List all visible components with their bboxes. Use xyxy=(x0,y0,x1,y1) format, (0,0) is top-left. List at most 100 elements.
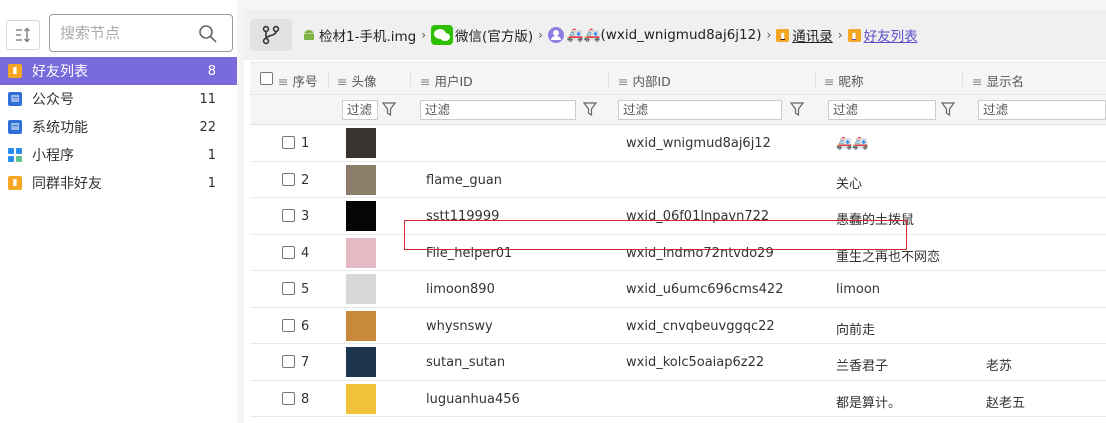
sidebar-item-label: 同群非好友 xyxy=(32,176,102,192)
search-input[interactable] xyxy=(60,23,190,43)
filter-input-internal-id[interactable]: 过滤 xyxy=(618,100,782,120)
cell-nickname: 兰香君子 xyxy=(836,359,889,374)
cell-internal-id: wxid_u6umc696cms422 xyxy=(626,282,784,297)
mini-program-icon xyxy=(8,148,22,162)
column-header-user-id[interactable]: ≡ 用户ID xyxy=(420,71,473,90)
breadcrumb-item-account[interactable]: 🚑🚑(wxid_wnigmud8aj6j12) xyxy=(547,27,761,43)
breadcrumb-item-contacts[interactable]: ▮ 通讯录 xyxy=(776,25,833,45)
cell-nickname: 🚑🚑 xyxy=(836,136,869,151)
column-divider xyxy=(815,72,816,87)
breadcrumb: 检材1-手机.img › 微信(官方版) › 🚑🚑(wxid_wnigmud8a… xyxy=(302,25,918,45)
filter-input-avatar[interactable]: 过滤 xyxy=(342,100,378,120)
main-panel: 检材1-手机.img › 微信(官方版) › 🚑🚑(wxid_wnigmud8a… xyxy=(244,10,1106,423)
column-header-nickname[interactable]: ≡ 昵称 xyxy=(824,71,864,90)
search-box xyxy=(49,14,233,52)
column-divider xyxy=(608,72,609,87)
highlight-box xyxy=(404,220,907,250)
sidebar-item-label: 好友列表 xyxy=(32,64,88,80)
row-checkbox[interactable] xyxy=(282,245,295,259)
cell-internal-id: wxid_wnigmud8aj6j12 xyxy=(626,136,771,151)
cell-nickname: 关心 xyxy=(836,176,863,192)
column-label: 昵称 xyxy=(838,74,864,89)
avatar xyxy=(346,310,376,341)
drag-handle-icon: ≡ xyxy=(278,74,289,89)
select-all-checkbox[interactable] xyxy=(260,72,273,85)
column-header-display-name[interactable]: ≡ 显示名 xyxy=(972,71,1024,90)
sidebar-item-friends[interactable]: ▮ 好友列表 8 xyxy=(0,57,237,85)
column-divider xyxy=(410,72,411,87)
filter-row: 过滤 过滤 过滤 过滤 过滤 xyxy=(250,95,1106,125)
contact-book-icon: ▮ xyxy=(847,28,861,42)
filter-icon[interactable] xyxy=(381,100,397,118)
filter-icon[interactable] xyxy=(940,100,956,118)
sidebar-item-label: 小程序 xyxy=(32,148,74,164)
sort-button[interactable] xyxy=(6,20,40,50)
breadcrumb-item-friends[interactable]: ▮ 好友列表 xyxy=(847,25,918,45)
sidebar-item-label: 系统功能 xyxy=(32,120,88,136)
filter-icon[interactable] xyxy=(582,100,598,118)
row-checkbox[interactable] xyxy=(282,136,295,149)
app-window: ▮ 好友列表 8 ▤ 公众号 11 ▤ 系统功能 22 xyxy=(0,0,1106,423)
sidebar-item-mini-program[interactable]: 小程序 1 xyxy=(0,141,237,169)
cell-no: 7 xyxy=(301,355,310,370)
sidebar-item-count: 22 xyxy=(199,119,216,135)
column-label: 头像 xyxy=(351,74,377,89)
chevron-right-icon: › xyxy=(538,28,543,42)
sidebar-item-system[interactable]: ▤ 系统功能 22 xyxy=(0,113,237,141)
table-row[interactable]: 7 sutan_sutan wxid_kolc5oaiap6z22 兰香君子 老… xyxy=(250,344,1106,381)
filter-input-nickname[interactable]: 过滤 xyxy=(828,100,936,120)
breadcrumb-bar: 检材1-手机.img › 微信(官方版) › 🚑🚑(wxid_wnigmud8a… xyxy=(244,10,1106,60)
table-header: ≡ 序号 ≡ 头像 ≡ 用户ID ≡ 内部ID ≡ 昵称 ≡ 显示名 xyxy=(250,62,1106,95)
cell-internal-id: wxid_kolc5oaiap6z22 xyxy=(626,355,765,370)
sidebar-item-group-non-friends[interactable]: ▮ 同群非好友 1 xyxy=(0,169,237,197)
cell-no: 5 xyxy=(301,282,310,297)
cell-no: 6 xyxy=(301,318,310,334)
branch-button[interactable] xyxy=(250,19,292,51)
column-header-avatar[interactable]: ≡ 头像 xyxy=(337,71,377,90)
row-checkbox[interactable] xyxy=(282,355,295,368)
table-row[interactable]: 1 wxid_wnigmud8aj6j12 🚑🚑 xyxy=(250,125,1106,162)
table-row[interactable]: 5 limoon890 wxid_u6umc696cms422 limoon xyxy=(250,271,1106,308)
row-checkbox[interactable] xyxy=(282,282,295,295)
avatar xyxy=(346,237,376,268)
filter-input-user-id[interactable]: 过滤 xyxy=(420,100,576,120)
breadcrumb-label: 通讯录 xyxy=(792,29,833,45)
column-label: 用户ID xyxy=(434,74,473,89)
breadcrumb-item-image[interactable]: 检材1-手机.img xyxy=(302,25,416,45)
cell-user-id: whysnswy xyxy=(426,318,493,334)
column-label: 序号 xyxy=(292,74,318,89)
drag-handle-icon: ≡ xyxy=(618,74,629,89)
column-header-internal-id[interactable]: ≡ 内部ID xyxy=(618,71,671,90)
sidebar: ▮ 好友列表 8 ▤ 公众号 11 ▤ 系统功能 22 xyxy=(0,0,237,423)
sidebar-item-official-accounts[interactable]: ▤ 公众号 11 xyxy=(0,85,237,113)
column-header-no[interactable]: ≡ 序号 xyxy=(278,71,318,90)
user-icon xyxy=(547,27,564,43)
drag-handle-icon: ≡ xyxy=(420,74,431,89)
avatar xyxy=(346,383,376,414)
cell-user-id: limoon890 xyxy=(426,282,495,297)
drag-handle-icon: ≡ xyxy=(337,74,348,89)
table-row[interactable]: 8 luguanhua456 都是算计。 赵老五 xyxy=(250,381,1106,417)
cell-no: 8 xyxy=(301,391,310,407)
filter-input-display-name[interactable]: 过滤 xyxy=(978,100,1106,120)
chevron-right-icon: › xyxy=(766,28,772,42)
table-row[interactable]: 6 whysnswy wxid_cnvqbeuvggqc22 向前走 xyxy=(250,308,1106,344)
android-icon xyxy=(304,30,314,40)
search-icon[interactable] xyxy=(198,24,218,44)
cell-nickname: 向前走 xyxy=(836,322,876,338)
column-label: 显示名 xyxy=(986,74,1024,89)
row-checkbox[interactable] xyxy=(282,318,295,332)
sidebar-item-count: 8 xyxy=(207,63,216,79)
row-checkbox[interactable] xyxy=(282,391,295,405)
sidebar-item-label: 公众号 xyxy=(32,92,74,108)
table-row[interactable]: 2 flame_guan 关心 xyxy=(250,162,1106,198)
breadcrumb-item-wechat[interactable]: 微信(官方版) xyxy=(431,25,533,45)
sidebar-item-count: 1 xyxy=(207,175,216,191)
row-checkbox[interactable] xyxy=(282,172,295,186)
filter-icon[interactable] xyxy=(789,100,805,118)
sidebar-item-count: 1 xyxy=(207,147,216,163)
row-checkbox[interactable] xyxy=(282,209,295,222)
cell-no: 4 xyxy=(301,245,310,261)
cell-user-id: luguanhua456 xyxy=(426,391,520,407)
column-label: 内部ID xyxy=(632,74,671,89)
